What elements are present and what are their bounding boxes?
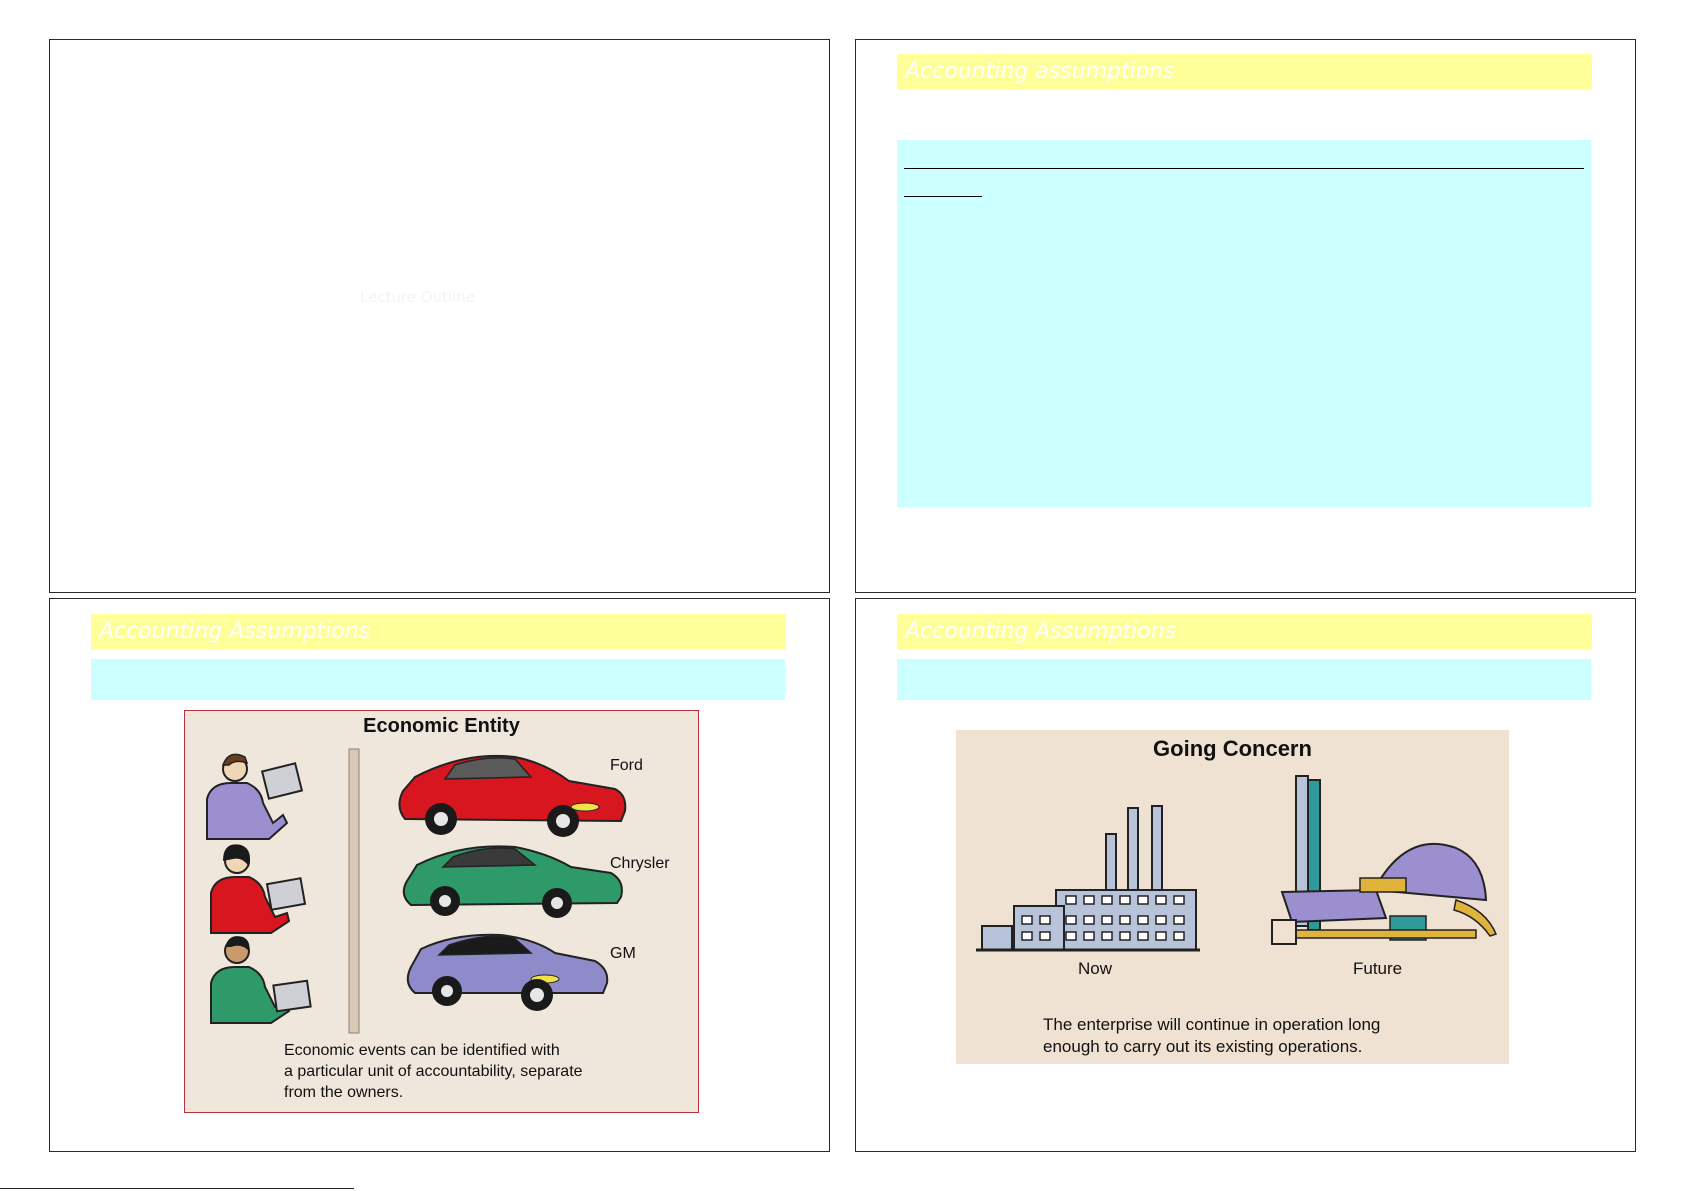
car-label-gm: GM [610, 945, 636, 962]
caption-line: The enterprise will continue in operatio… [1043, 1015, 1381, 1034]
owner-2-icon [210, 844, 307, 934]
label-now: Now [1078, 959, 1113, 978]
slide-panel-4: Accounting Assumptions Going Concern Now… [855, 598, 1636, 1152]
slide-title-bar: Accounting Assumptions [91, 614, 786, 650]
text-underline-short [904, 196, 982, 197]
slide-title-bar: Accounting Assumptions [897, 614, 1592, 650]
slide-panel-1: Lecture Outline [49, 39, 830, 593]
owner-1-icon [206, 753, 304, 840]
caption-line: a particular unit of accountability, sep… [284, 1063, 583, 1080]
building-future-icon [1271, 775, 1498, 945]
car-label-chrysler: Chrysler [610, 855, 670, 872]
caption-line: Economic events can be identified with [284, 1042, 560, 1059]
chrysler-car-icon [402, 845, 623, 918]
figure-title: Going Concern [1153, 736, 1312, 761]
factory-now-icon [976, 805, 1200, 952]
slide-title: Accounting assumptions [905, 59, 1175, 84]
text-underline [904, 168, 1584, 169]
content-box [91, 659, 785, 700]
figure-caption: The enterprise will continue in operatio… [1043, 1014, 1380, 1058]
figure-caption: Economic events can be identified with a… [284, 1040, 583, 1103]
caption-line: from the owners. [284, 1084, 404, 1101]
gm-car-icon [406, 933, 609, 1011]
car-label-ford: Ford [610, 757, 643, 774]
label-future: Future [1353, 959, 1403, 978]
slide-panel-3: Accounting Assumptions Economic Entity F… [49, 598, 830, 1152]
slide-title-bar: Accounting assumptions [897, 54, 1592, 90]
going-concern-figure: Going Concern Now Future The enterprise … [956, 730, 1509, 1064]
economic-entity-figure: Economic Entity Ford Chrysler GM Economi… [184, 710, 699, 1113]
figure-title: Economic Entity [363, 715, 520, 737]
slide-title: Accounting Assumptions [905, 619, 1177, 644]
caption-line: enough to carry out its existing operati… [1043, 1037, 1363, 1056]
divider-rope [348, 748, 360, 1034]
slide-faint-text: Lecture Outline [360, 288, 476, 306]
slide-panel-2: Accounting assumptions [855, 39, 1636, 593]
content-box [897, 659, 1591, 700]
footnote-rule [0, 1188, 354, 1189]
slide-title: Accounting Assumptions [99, 619, 371, 644]
content-box [897, 140, 1591, 507]
owner-3-icon [210, 936, 312, 1024]
ford-car-icon [398, 754, 627, 837]
